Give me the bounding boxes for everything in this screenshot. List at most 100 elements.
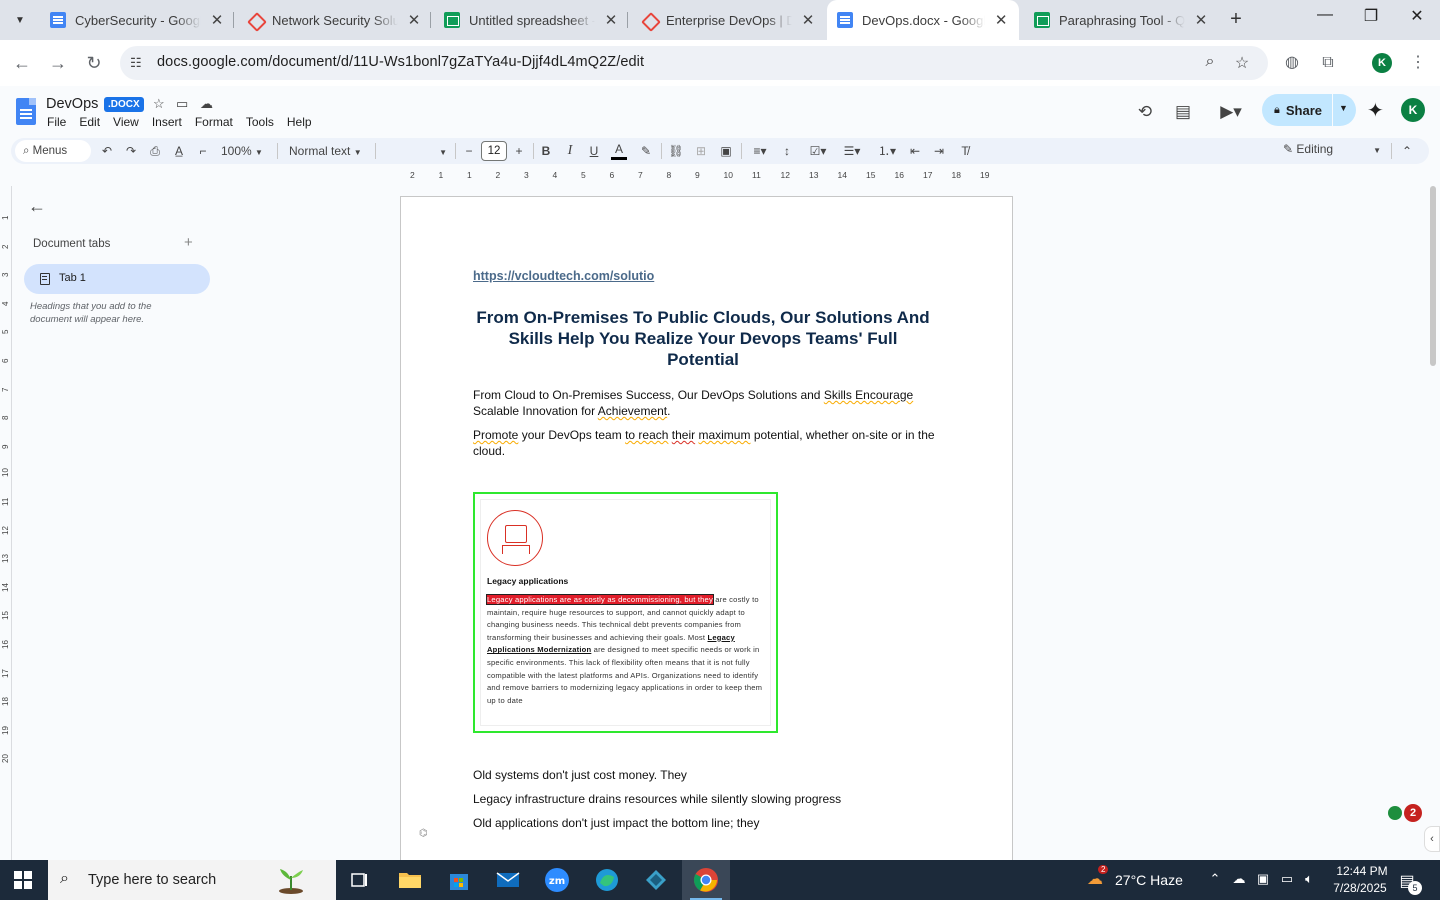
minimize-button[interactable]: —: [1302, 6, 1348, 24]
print-icon[interactable]: ⎙: [147, 142, 163, 160]
mail-icon[interactable]: [492, 866, 524, 894]
extensions-icon[interactable]: ⧉: [1316, 51, 1340, 75]
menu-help[interactable]: Help: [287, 115, 312, 129]
close-icon[interactable]: ✕: [993, 11, 1009, 29]
browser-tab-paraphrasing[interactable]: Paraphrasing Tool - Qui ✕: [1024, 6, 1219, 34]
globe-icon[interactable]: ◍: [1280, 51, 1304, 75]
line-spacing-icon[interactable]: ↕: [779, 142, 795, 160]
suggestion-text[interactable]: to reach: [625, 428, 668, 442]
reload-button[interactable]: ↻: [82, 51, 106, 75]
close-icon[interactable]: ✕: [800, 11, 816, 29]
close-outline-button[interactable]: ←: [28, 196, 46, 217]
suggestion-text[interactable]: Skills Encourage: [824, 388, 913, 402]
new-tab-button[interactable]: +: [1224, 8, 1248, 31]
spellcheck-icon[interactable]: A̲: [171, 142, 187, 160]
menu-view[interactable]: View: [113, 115, 139, 129]
suggestions-icon[interactable]: [1388, 806, 1402, 820]
security-icon[interactable]: ▣: [1254, 871, 1272, 887]
paragraph-1[interactable]: From Cloud to On-Premises Success, Our D…: [473, 387, 943, 419]
account-avatar[interactable]: K: [1401, 98, 1425, 122]
decrease-indent-icon[interactable]: ⇤: [907, 142, 923, 160]
line-3[interactable]: Old applications don't just impact the b…: [473, 815, 943, 831]
paint-format-icon[interactable]: ⌐: [195, 142, 211, 160]
style-select[interactable]: Normal text ▼: [289, 142, 369, 160]
forward-button[interactable]: →: [46, 51, 70, 75]
checklist-icon[interactable]: ☑▾: [805, 142, 831, 160]
decrease-font-icon[interactable]: −: [461, 142, 477, 160]
weather-text[interactable]: 27°C Haze: [1115, 872, 1183, 888]
gemini-icon[interactable]: ✦: [1367, 98, 1384, 123]
font-size-input[interactable]: 12: [481, 141, 507, 161]
menu-tools[interactable]: Tools: [246, 115, 274, 129]
close-icon[interactable]: ✕: [406, 11, 422, 29]
vertical-ruler[interactable]: 1 2 3 4 5 6 7 8 9 10 11 12 13 14 15 16 17 18 19 20: [0, 186, 12, 860]
menu-edit[interactable]: Edit: [79, 115, 100, 129]
browser-tab-network-security[interactable]: Network Security Soluti ✕: [237, 6, 432, 34]
zoom-select[interactable]: 100% ▼: [221, 142, 271, 160]
omnibox[interactable]: ☷ docs.google.com/document/d/11U-Ws1bonl…: [120, 46, 1268, 80]
url-text[interactable]: docs.google.com/document/d/11U-Ws1bonl7g…: [157, 54, 644, 70]
profile-avatar[interactable]: K: [1372, 53, 1392, 73]
docs-logo-icon[interactable]: [16, 98, 36, 125]
document-page[interactable]: https://vcloudtech.com/solutio From On-P…: [400, 196, 1013, 896]
windows-start-icon[interactable]: [14, 871, 32, 889]
spelling-suggestion-text[interactable]: their: [672, 428, 695, 442]
zoom-app-icon[interactable]: zm: [541, 866, 573, 894]
chrome-icon[interactable]: [690, 866, 722, 900]
document-title[interactable]: DevOps: [46, 96, 98, 112]
embedded-image[interactable]: Legacy applications Legacy applications …: [473, 492, 778, 733]
onedrive-icon[interactable]: ☁: [1230, 871, 1248, 887]
clock-time[interactable]: 12:44 PM: [1333, 864, 1391, 878]
underline-icon[interactable]: U: [586, 142, 602, 160]
meet-icon[interactable]: ▶▾: [1214, 100, 1248, 124]
collapse-menus-icon[interactable]: ⌃: [1399, 142, 1415, 160]
back-button[interactable]: ←: [10, 51, 34, 75]
close-icon[interactable]: ✕: [209, 11, 225, 29]
increase-indent-icon[interactable]: ⇥: [931, 142, 947, 160]
side-panel-toggle[interactable]: ‹: [1424, 826, 1440, 852]
suggestions-count[interactable]: 2: [1404, 804, 1422, 822]
taskbar-search[interactable]: ⌕ Type here to search: [48, 860, 336, 900]
align-icon[interactable]: ≡▾: [747, 142, 773, 160]
edge-icon[interactable]: [591, 866, 623, 894]
document-tab-1[interactable]: Tab 1: [24, 264, 210, 294]
version-history-icon[interactable]: ⟲: [1133, 100, 1157, 124]
close-window-button[interactable]: ✕: [1394, 6, 1440, 26]
paragraph-2[interactable]: Promote your DevOps team to reach their …: [473, 427, 943, 459]
share-button[interactable]: 🔒︎ Share ▼: [1262, 94, 1356, 126]
document-heading[interactable]: From On-Premises To Public Clouds, Our S…: [473, 307, 933, 370]
file-explorer-icon[interactable]: [394, 866, 426, 894]
chevron-down-icon[interactable]: ▼: [1339, 103, 1348, 113]
link-icon[interactable]: ⛓: [668, 142, 684, 160]
undo-icon[interactable]: ↶: [99, 142, 115, 160]
menu-format[interactable]: Format: [195, 115, 233, 129]
bold-icon[interactable]: B: [538, 142, 554, 160]
font-select[interactable]: ▼: [387, 142, 447, 160]
tab-search-button[interactable]: ▼: [8, 8, 32, 32]
increase-font-icon[interactable]: +: [511, 142, 527, 160]
app-diamond-icon[interactable]: [640, 866, 672, 894]
add-comment-icon[interactable]: ⊞: [693, 142, 709, 160]
chevron-up-icon[interactable]: ⌃: [1206, 871, 1224, 887]
clear-formatting-icon[interactable]: T̸: [957, 142, 973, 160]
browser-tab-devops-docx[interactable]: DevOps.docx - Google D ✕: [827, 0, 1019, 40]
restore-button[interactable]: ❐: [1348, 6, 1394, 26]
zoom-icon[interactable]: ⌕: [1200, 53, 1220, 71]
line-2[interactable]: Legacy infrastructure drains resources w…: [473, 791, 943, 807]
cloud-status-icon[interactable]: ☁: [200, 96, 213, 112]
move-folder-icon[interactable]: ▭: [176, 96, 188, 112]
bulleted-list-icon[interactable]: ☰▾: [839, 142, 865, 160]
browser-tab-cybersecurity[interactable]: CyberSecurity - Google ✕: [40, 6, 235, 34]
suggestion-text[interactable]: Promote: [473, 428, 518, 442]
task-view-icon[interactable]: [344, 866, 376, 894]
text-color-icon[interactable]: A: [611, 142, 627, 160]
site-settings-icon[interactable]: ☷: [130, 55, 146, 71]
browser-tab-spreadsheet[interactable]: Untitled spreadsheet - G ✕: [434, 6, 629, 34]
add-tab-button[interactable]: +: [184, 234, 193, 251]
editing-mode-select[interactable]: ✎ Editing ▼: [1283, 142, 1381, 156]
paragraph-marker-icon[interactable]: ⌬: [419, 828, 428, 839]
redo-icon[interactable]: ↷: [123, 142, 139, 160]
suggestion-text[interactable]: maximum: [698, 428, 750, 442]
close-icon[interactable]: ✕: [603, 11, 619, 29]
vertical-scrollbar[interactable]: [1430, 186, 1436, 366]
